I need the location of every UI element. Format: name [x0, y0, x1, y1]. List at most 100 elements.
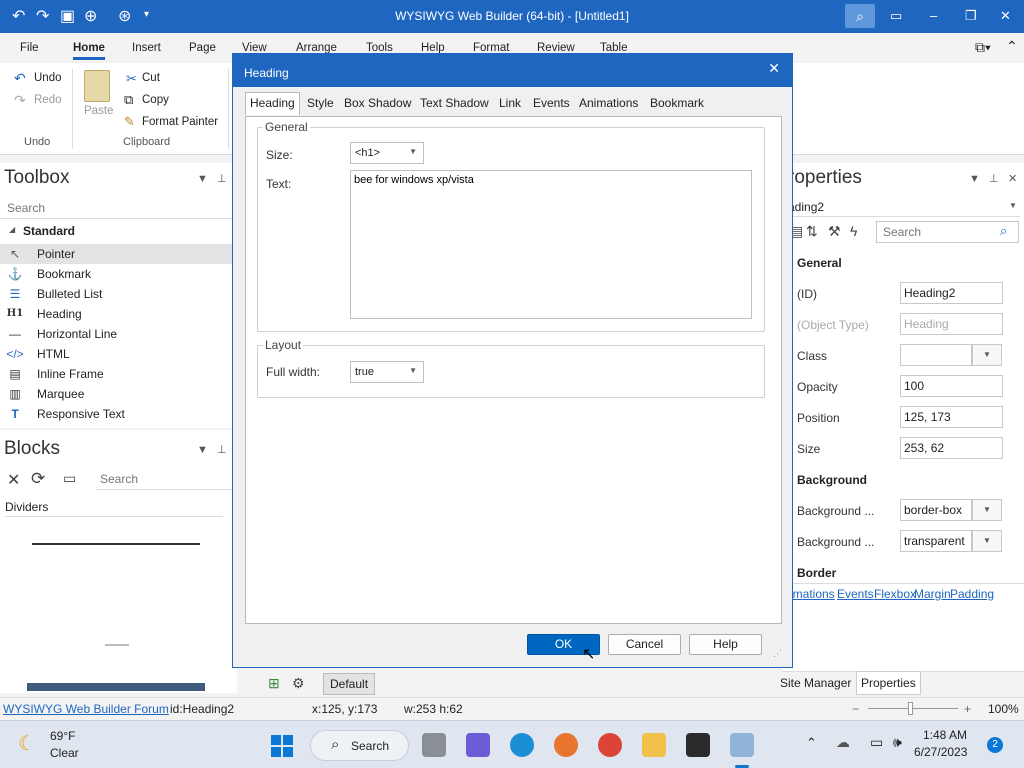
text-input[interactable]: bee for windows xp/vista: [350, 170, 752, 319]
firefox-icon[interactable]: [554, 733, 578, 757]
tab-home[interactable]: Home: [73, 42, 105, 60]
toolbox-item-bookmark[interactable]: ⚓ Bookmark: [0, 264, 232, 284]
dropdown-icon[interactable]: ▼: [197, 173, 208, 185]
zoom-slider[interactable]: [868, 708, 958, 709]
blocks-search-input[interactable]: Search: [96, 470, 232, 490]
sort-icon[interactable]: ⇅: [806, 223, 818, 240]
full-width-select[interactable]: true ▼: [350, 361, 424, 383]
taskbar-search[interactable]: ⌕ Search: [310, 730, 409, 761]
ribbon-display-icon[interactable]: ▭: [890, 8, 902, 24]
close-button[interactable]: ✕: [1000, 8, 1011, 24]
link-margin[interactable]: Margin: [914, 587, 951, 601]
folder-icon[interactable]: ▭: [63, 470, 76, 487]
divider-block-preview[interactable]: [32, 543, 200, 545]
clock-date[interactable]: 6/27/2023: [914, 745, 967, 759]
clock-time[interactable]: 1:48 AM: [923, 728, 967, 742]
divider-block-preview[interactable]: [27, 683, 205, 691]
category-standard[interactable]: Standard: [23, 224, 75, 238]
forum-link[interactable]: WYSIWYG Web Builder Forum: [3, 702, 169, 716]
link-flexbox[interactable]: Flexbox: [874, 587, 916, 601]
network-icon[interactable]: ▭: [870, 734, 883, 751]
tab-site-manager[interactable]: Site Manager: [780, 676, 851, 690]
collapse-ribbon-icon[interactable]: ⌃: [1006, 38, 1018, 55]
tab-events[interactable]: Events: [533, 96, 570, 110]
divider-block-preview[interactable]: [105, 644, 129, 646]
refresh-icon[interactable]: ⟳: [31, 469, 45, 489]
paste-button[interactable]: Paste: [84, 105, 113, 117]
resize-grip-icon[interactable]: ⋰: [773, 648, 782, 659]
minimize-button[interactable]: –: [930, 8, 937, 23]
tab-style[interactable]: Style: [307, 96, 334, 110]
web-builder-icon[interactable]: [730, 733, 754, 757]
terminal-icon[interactable]: [686, 733, 710, 757]
chevron-up-icon[interactable]: ⌃: [806, 735, 817, 751]
restore-button[interactable]: ❐: [965, 8, 977, 24]
copy-button[interactable]: Copy: [142, 94, 169, 106]
toolbox-item-pointer[interactable]: ↖ Pointer: [0, 244, 232, 264]
tab-animations[interactable]: Animations: [579, 96, 638, 110]
zoom-out-icon[interactable]: −: [852, 702, 859, 716]
cut-button[interactable]: Cut: [142, 72, 160, 84]
tab-file[interactable]: File: [20, 42, 39, 54]
pin-icon[interactable]: ⊥: [989, 172, 999, 185]
collapse-icon[interactable]: ◢: [9, 225, 15, 234]
start-icon[interactable]: [271, 735, 293, 757]
close-icon[interactable]: ✕: [768, 60, 780, 77]
cloud-icon[interactable]: ☁: [836, 734, 850, 751]
notification-badge[interactable]: 2: [987, 737, 1003, 753]
chevron-down-icon[interactable]: ▼: [1009, 201, 1017, 210]
tab-link[interactable]: Link: [499, 96, 521, 110]
task-view-icon[interactable]: [422, 733, 446, 757]
link-animations[interactable]: imations: [790, 587, 835, 601]
pin-icon[interactable]: ⊥: [217, 172, 227, 185]
toolbox-item-html[interactable]: </> HTML: [0, 344, 232, 364]
tab-text-shadow[interactable]: Text Shadow: [420, 96, 489, 110]
tab-bookmark[interactable]: Bookmark: [650, 96, 704, 110]
new-page-icon[interactable]: ⊞: [268, 675, 280, 692]
close-icon[interactable]: ✕: [1008, 172, 1017, 185]
volume-icon[interactable]: 🕪: [893, 734, 902, 751]
prop-size-field[interactable]: 253, 62: [900, 437, 1003, 459]
size-select[interactable]: <h1> ▼: [350, 142, 424, 164]
prop-opacity-field[interactable]: 100: [900, 375, 1003, 397]
prop-background-color-field[interactable]: transparent: [900, 530, 972, 552]
background-clip-dropdown-button[interactable]: ▼: [972, 499, 1002, 521]
edge-icon[interactable]: [510, 733, 534, 757]
prop-class-field[interactable]: [900, 344, 972, 366]
tab-box-shadow[interactable]: Box Shadow: [344, 96, 411, 110]
format-painter-button[interactable]: Format Painter: [142, 116, 218, 128]
properties-search-input[interactable]: Search: [876, 221, 1019, 243]
layout-icon[interactable]: ⧉▾: [975, 39, 991, 56]
search-icon[interactable]: ⌕: [845, 4, 875, 28]
tab-heading[interactable]: Heading: [245, 92, 300, 115]
teams-icon[interactable]: [466, 733, 490, 757]
link-events[interactable]: Events: [837, 587, 874, 601]
toolbox-item-heading[interactable]: H1 Heading: [0, 304, 232, 324]
wrench-icon[interactable]: ⚒: [828, 223, 841, 240]
cancel-button[interactable]: Cancel: [608, 634, 681, 655]
redo-button[interactable]: Redo: [34, 94, 62, 106]
object-selector[interactable]: ading2: [788, 197, 1020, 217]
events-icon[interactable]: ϟ: [850, 223, 857, 239]
toolbox-search-input[interactable]: Search: [0, 197, 232, 219]
zoom-slider-handle[interactable]: [908, 702, 913, 715]
toolbox-item-marquee[interactable]: ▥ Marquee: [0, 384, 232, 404]
delete-icon[interactable]: ✕: [7, 470, 20, 490]
help-button[interactable]: Help: [689, 634, 762, 655]
dropdown-icon[interactable]: ▼: [197, 444, 208, 456]
link-padding[interactable]: Padding: [950, 587, 994, 601]
toolbox-item-horizontal-line[interactable]: — Horizontal Line: [0, 324, 232, 344]
toolbox-item-responsive-text[interactable]: T Responsive Text: [0, 404, 232, 424]
tab-page[interactable]: Page: [189, 42, 216, 54]
page-tab-default[interactable]: Default: [323, 673, 376, 695]
background-color-dropdown-button[interactable]: ▼: [972, 530, 1002, 552]
prop-background-clip-field[interactable]: border-box: [900, 499, 972, 521]
chrome-icon[interactable]: [598, 733, 622, 757]
tab-insert[interactable]: Insert: [132, 42, 161, 54]
zoom-in-icon[interactable]: +: [964, 702, 971, 716]
toolbox-item-inline-frame[interactable]: ▤ Inline Frame: [0, 364, 232, 384]
tab-properties[interactable]: Properties: [856, 671, 921, 695]
undo-button[interactable]: Undo: [34, 72, 62, 84]
page-settings-icon[interactable]: ⚙: [292, 675, 305, 692]
prop-position-field[interactable]: 125, 173: [900, 406, 1003, 428]
